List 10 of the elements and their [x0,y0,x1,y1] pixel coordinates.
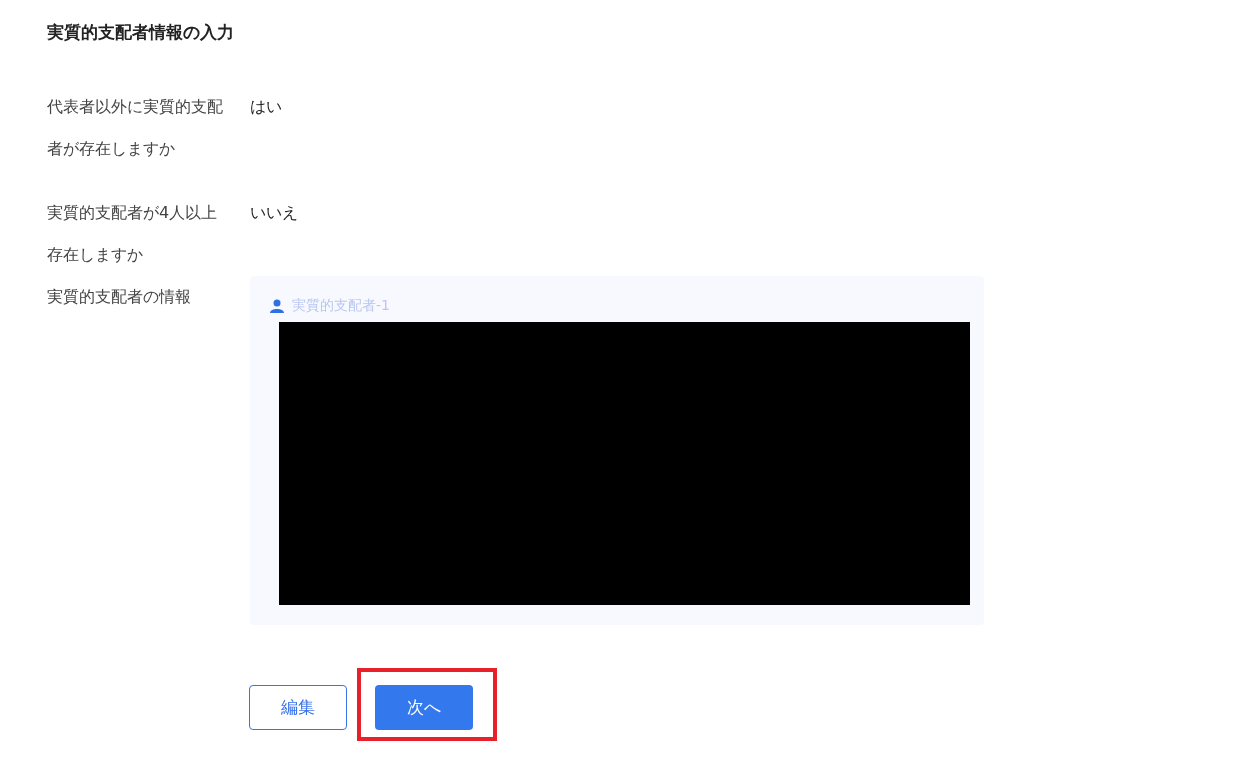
field-label: 実質的支配者が4人以上存在しますか [47,202,219,266]
field-value: いいえ [250,202,298,224]
next-button[interactable]: 次へ [375,685,473,730]
owner-title: 実質的支配者-1 [292,297,390,315]
page-title: 実質的支配者情報の入力 [47,21,235,44]
field-label: 代表者以外に実質的支配者が存在しますか [47,96,224,160]
person-icon [270,299,284,313]
field-value: はい [250,96,282,118]
field-label: 実質的支配者の情報 [47,286,192,308]
edit-button[interactable]: 編集 [249,685,347,730]
